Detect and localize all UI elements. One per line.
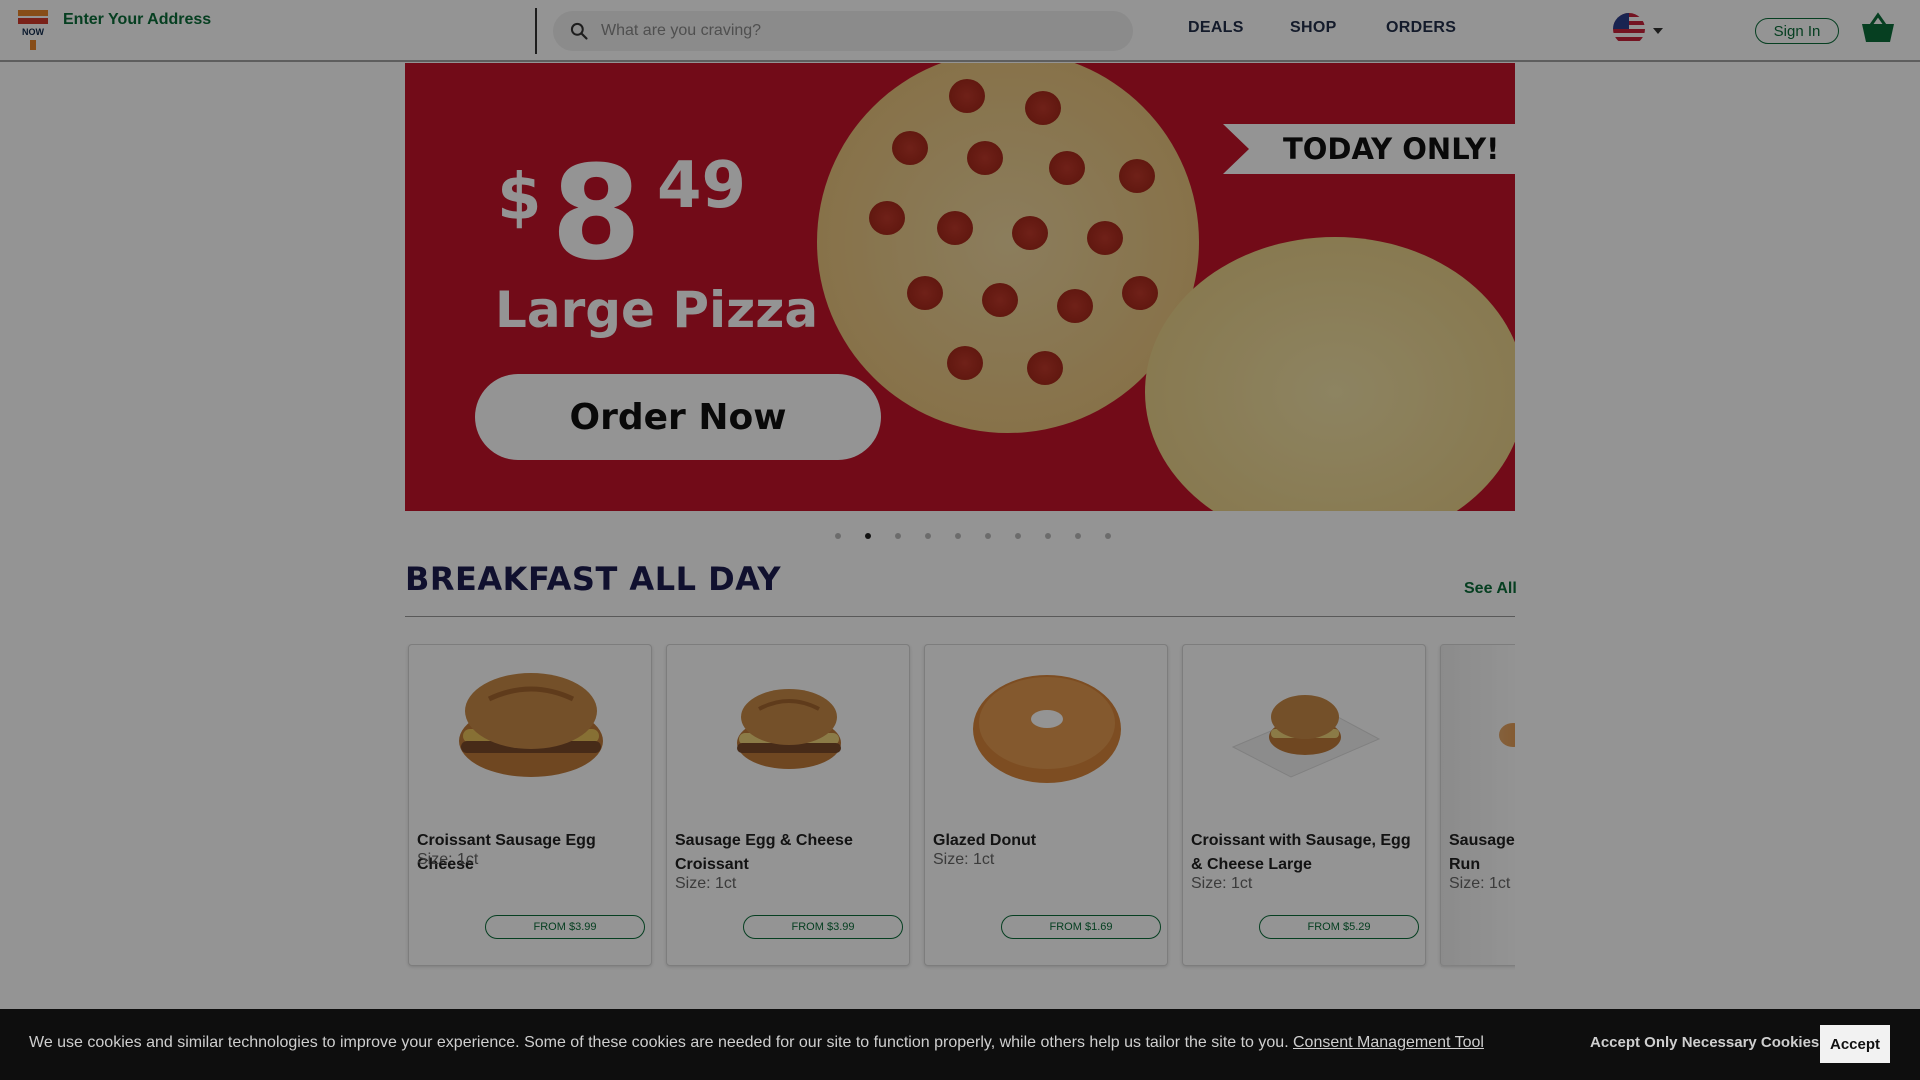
accept-cookies-button[interactable]: Accept	[1820, 1025, 1890, 1063]
modal-overlay[interactable]	[0, 0, 1920, 1080]
accept-necessary-button[interactable]: Accept Only Necessary Cookies	[1590, 1034, 1819, 1051]
cookie-message: We use cookies and similar technologies …	[29, 1034, 1289, 1051]
cookie-banner: We use cookies and similar technologies …	[0, 1009, 1920, 1080]
consent-management-link[interactable]: Consent Management Tool	[1293, 1034, 1484, 1052]
